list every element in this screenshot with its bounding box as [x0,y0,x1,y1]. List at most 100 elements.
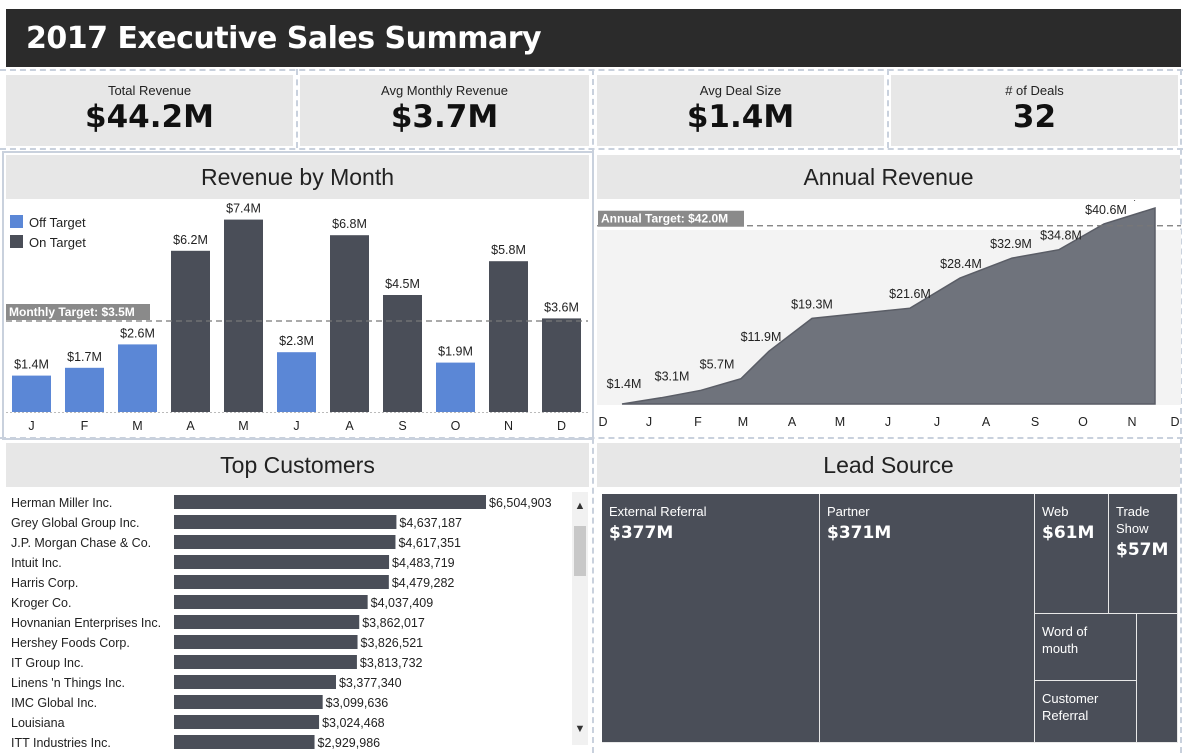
treemap-value: $377M [609,523,674,543]
treemap-word-of-mouth[interactable]: Word of mouth [1035,614,1137,681]
x-tick-label: J [934,415,940,429]
x-tick-label: F [694,415,702,429]
treemap-customer-referral[interactable]: Customer Referral [1035,681,1137,743]
kpi-deal-count: # of Deals 32 [891,75,1178,146]
bar [12,375,51,412]
customers-scrollbar[interactable]: ▲ ▼ [572,492,588,745]
revenue-by-month-title: Revenue by Month [6,155,589,199]
scroll-down-icon[interactable]: ▼ [572,723,588,735]
bar-value-label: $6.2M [173,233,208,247]
customer-bar [174,575,389,589]
customer-name: Grey Global Group Inc. [11,516,140,530]
x-tick-label: M [835,415,845,429]
bar [383,295,422,412]
bar [118,344,157,412]
area-value-label: $28.4M [940,257,982,271]
bar-value-label: $1.7M [67,350,102,364]
bar [65,367,104,412]
x-tick-label: S [1031,415,1039,429]
treemap-label: External Referral [609,504,707,519]
area-value-label: $40.6M [1085,203,1127,217]
customer-value: $2,929,986 [318,736,381,750]
x-tick-label: O [1078,415,1088,429]
customer-bar [174,555,390,569]
lead-source-title: Lead Source [597,443,1180,487]
area-value-label: $44.2M [1131,200,1173,203]
kpi-value: 32 [1012,99,1057,135]
legend-label-on-target: On Target [29,235,86,250]
kpi-label: Avg Deal Size [699,83,782,98]
treemap-value: $57M [1116,540,1169,560]
customer-bar [174,535,396,549]
customer-value: $3,377,340 [339,676,402,690]
legend-swatch-on-target [10,235,23,248]
kpi-value: $3.7M [390,99,499,135]
treemap-other[interactable] [1137,614,1178,743]
customer-value: $4,637,187 [399,516,462,530]
x-tick-label: D [598,415,607,429]
top-customers-title: Top Customers [6,443,589,487]
dashboard-header: 2017 Executive Sales Summary [6,9,1181,67]
customer-value: $3,862,017 [362,616,425,630]
customer-name: Hershey Foods Corp. [11,636,130,650]
area-value-label: $34.8M [1040,229,1082,243]
customer-name: Harris Corp. [11,576,78,590]
treemap-label: Web [1042,504,1069,519]
customer-name: Kroger Co. [11,596,71,610]
top-customers-chart: Herman Miller Inc. $6,504,903 Grey Global … [11,495,552,750]
bar [277,352,316,412]
area-value-label: $32.9M [990,237,1032,251]
legend-swatch-off-target [10,215,23,228]
bar [330,235,369,412]
x-tick-label: D [557,419,566,433]
customer-bar [174,715,320,729]
x-tick-label: M [238,419,248,433]
customer-value: $4,483,719 [392,556,455,570]
bar [542,318,581,412]
x-tick-label: N [504,419,513,433]
area-value-label: $1.4M [607,377,642,391]
target-label: Annual Target: $42.0M [601,212,728,226]
kpi-label: Total Revenue [107,83,192,98]
bar-value-label: $5.8M [491,243,526,257]
area-value-label: $21.6M [889,287,931,301]
customer-bar [174,635,358,649]
customer-bar [174,615,360,629]
customer-value: $4,617,351 [398,536,461,550]
x-tick-label: J [28,419,34,433]
treemap-partner[interactable]: Partner $371M [820,494,1035,743]
bar [171,250,210,412]
customer-value: $4,479,282 [392,576,455,590]
x-tick-label: A [186,419,195,433]
bar-value-label: $2.3M [279,334,314,348]
customer-name: Hovnanian Enterprises Inc. [11,616,161,630]
scroll-thumb[interactable] [574,526,586,576]
dashboard-title: 2017 Executive Sales Summary [26,21,542,56]
bar-value-label: $6.8M [332,217,367,231]
area-value-label: $3.1M [655,369,690,383]
treemap-label: Word of mouth [1042,624,1088,656]
x-tick-label: M [132,419,142,433]
customer-name: IT Group Inc. [11,656,84,670]
treemap-external-referral[interactable]: External Referral $377M [602,494,820,743]
customer-bar [174,695,323,709]
scroll-up-icon[interactable]: ▲ [572,500,588,512]
x-tick-label: F [81,419,89,433]
kpi-value: $44.2M [85,99,214,135]
treemap-label: Customer Referral [1042,691,1099,723]
bar-value-label: $3.6M [544,300,579,314]
customer-bar [174,735,315,749]
x-tick-label: J [646,415,652,429]
customer-bar [174,515,397,529]
customer-name: IMC Global Inc. [11,696,97,710]
annual-revenue-chart: $1.4M $3.1M $5.7M $11.9M $19.3M $21.6M $28.4M $… [597,200,1181,429]
x-tick-label: J [885,415,891,429]
customer-name: Intuit Inc. [11,556,62,570]
x-tick-label: M [738,415,748,429]
customer-name: J.P. Morgan Chase & Co. [11,536,151,550]
customer-value: $6,504,903 [489,496,552,510]
bar-value-label: $1.9M [438,345,473,359]
treemap-trade-show[interactable]: Trade Show $57M [1109,494,1178,614]
treemap-web[interactable]: Web $61M [1035,494,1109,614]
bar-value-label: $1.4M [14,358,49,372]
